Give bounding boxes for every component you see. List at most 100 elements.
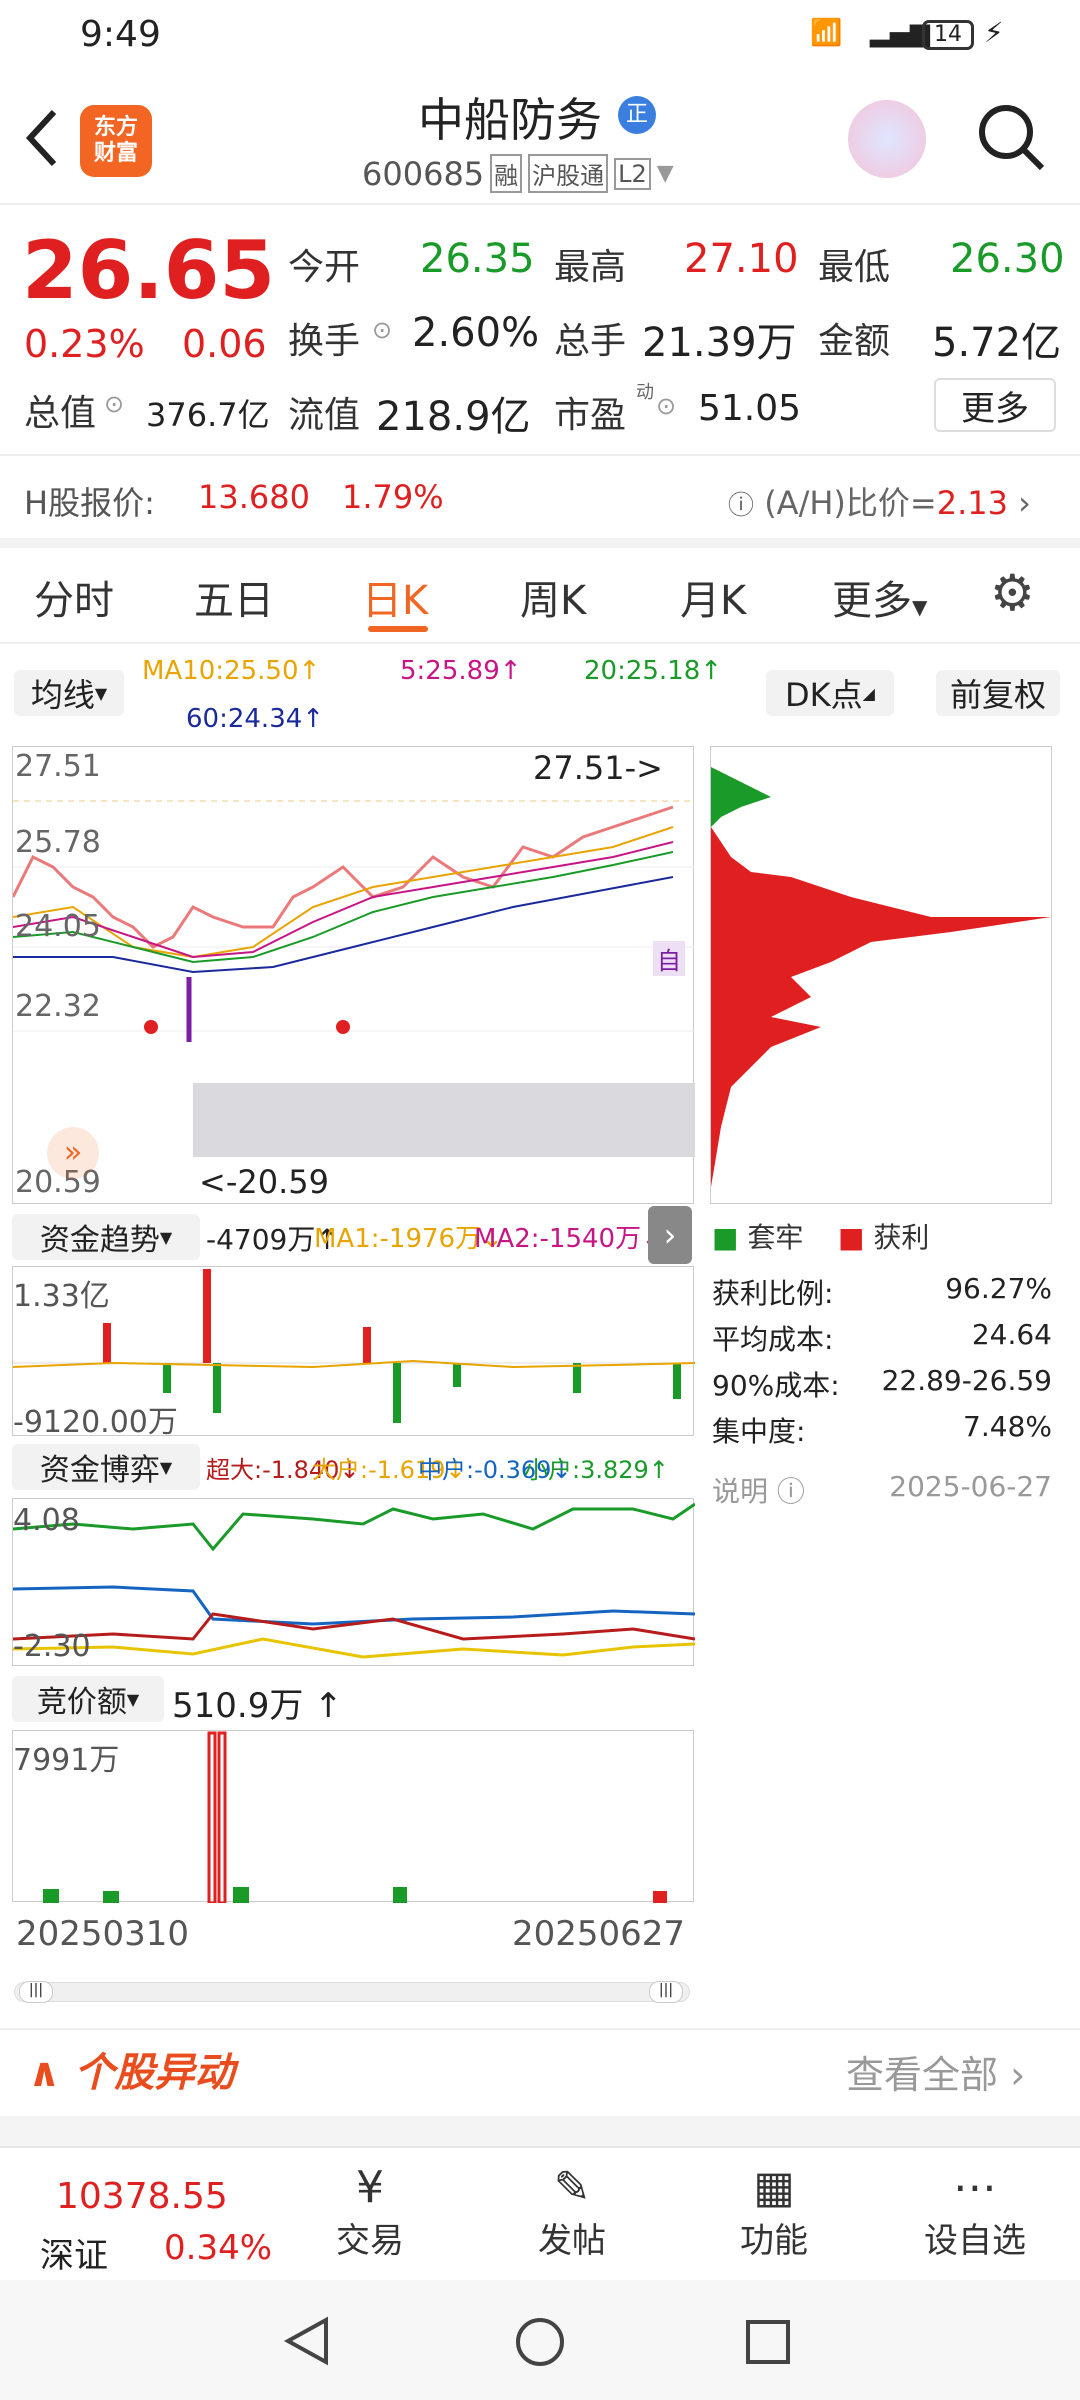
movement-title: ∧ 个股异动: [28, 2050, 235, 2096]
game-chart: 4.08 -2.30: [12, 1498, 696, 1666]
mktcap-label: 总值: [24, 393, 97, 434]
back-icon[interactable]: [22, 108, 62, 168]
section-gap: [0, 538, 1080, 548]
divider: [0, 454, 1080, 456]
view-all-link[interactable]: 查看全部 ›: [846, 2044, 1025, 2099]
ah-ratio[interactable]: ⓘ (A/H)比价=2.13 ›: [728, 478, 1031, 524]
stock-code-row: 600685 融 沪股通 L2 ▼: [362, 154, 674, 193]
nav-add-watchlist[interactable]: ⋯ 设自选: [924, 2162, 1026, 2262]
gear-icon[interactable]: ⚙: [990, 564, 1035, 622]
nav-functions[interactable]: ▦ 功能: [740, 2162, 808, 2262]
pe-superscript: 动: [636, 382, 654, 403]
stock-header: 中船防务 正 600685 融 沪股通 L2 ▼: [0, 70, 1080, 205]
range-handle-right[interactable]: |||: [649, 1981, 683, 2003]
nav-trade[interactable]: ¥ 交易: [336, 2162, 404, 2262]
chip-bars: [711, 767, 1051, 1187]
back-triangle-icon[interactable]: [282, 2316, 332, 2366]
index-name[interactable]: 深证: [40, 2228, 108, 2277]
more-button[interactable]: 更多: [934, 378, 1056, 432]
adjust-button[interactable]: 前复权: [936, 670, 1060, 716]
change-value: 0.06: [182, 322, 267, 366]
range-handle-left[interactable]: |||: [19, 1981, 53, 2003]
ma60-value: 60:24.34↑: [186, 704, 325, 734]
help-icon: ⓘ: [728, 491, 755, 521]
tag-l2: L2: [614, 157, 651, 190]
grid-icon: ▦: [753, 2162, 795, 2213]
float-value: 218.9亿: [376, 394, 531, 440]
wifi-icon: 📶: [810, 18, 843, 48]
hshare-label: H股报价:: [24, 484, 155, 522]
capflow-top-label: 1.33亿: [13, 1279, 110, 1314]
turnover-value: 2.60%: [412, 310, 540, 356]
chip-row: 平均成本: 24.64: [712, 1318, 1052, 1356]
chip-row: 90%成本: 22.89-26.59: [712, 1364, 1052, 1402]
indicator-selector[interactable]: 均线 ▼: [14, 670, 124, 716]
tab-daily-k[interactable]: 日K: [362, 568, 428, 626]
max-marker: 27.51->: [533, 749, 663, 787]
hshare-pct: 1.79%: [342, 478, 444, 516]
robot-avatar[interactable]: [848, 100, 926, 178]
open-value: 26.35: [420, 236, 535, 282]
tab-more[interactable]: 更多▼: [832, 568, 927, 626]
charging-icon: ⚡: [984, 16, 1004, 49]
divider: [0, 2028, 1080, 2030]
kline-chart[interactable]: 27.51 25.78 24.05 22.32 20.59 27.51-> <-…: [12, 746, 695, 1204]
verified-badge: 正: [618, 96, 656, 134]
game-selector[interactable]: 资金博弈 ▼: [12, 1444, 200, 1490]
amount-value: 5.72亿: [932, 320, 1062, 366]
app-logo: 东方 财富: [80, 105, 152, 177]
chevron-down-icon[interactable]: ▼: [657, 161, 674, 186]
game-lines: [12, 1502, 696, 1659]
chart-tabs: 分时 五日 日K 周K 月K 更多▼ ⚙: [0, 548, 1080, 644]
chevron-right-icon[interactable]: ›: [648, 1206, 692, 1264]
index-value[interactable]: 10378.55: [56, 2176, 228, 2217]
info-icon: ⊙: [372, 316, 393, 344]
tab-intraday[interactable]: 分时: [34, 568, 114, 626]
section-gap: [0, 2116, 1080, 2146]
status-time: 9:49: [80, 14, 161, 55]
tag-connect: 沪股通: [528, 154, 609, 193]
trade-icon: ¥: [356, 2162, 384, 2213]
kline-svg: [13, 800, 695, 1157]
hshare-price: 13.680: [198, 478, 310, 516]
capflow-selector[interactable]: 资金趋势 ▼: [12, 1214, 200, 1260]
search-icon[interactable]: [976, 102, 1046, 172]
battery-icon: 14: [922, 20, 974, 50]
current-price: 26.65: [22, 224, 276, 317]
chart-range-scrollbar[interactable]: ||| |||: [14, 1981, 690, 2003]
self-tag: 自: [653, 941, 685, 976]
tag-margin: 融: [490, 154, 523, 193]
auction-selector[interactable]: 竞价额 ▼: [12, 1676, 164, 1722]
info-icon: ⊙: [104, 390, 125, 418]
dk-point-button[interactable]: DK点 ◢: [766, 670, 894, 716]
game-small: 小户:3.829↑: [524, 1456, 669, 1484]
recents-square-icon[interactable]: [744, 2318, 792, 2366]
high-label: 最高: [554, 247, 627, 288]
volume-value: 21.39万: [642, 320, 797, 366]
info-icon: ⊙: [656, 392, 677, 420]
float-label: 流值: [288, 395, 361, 436]
chip-legend-profit: ■ 获利: [838, 1221, 930, 1254]
chip-note-row[interactable]: 说明 ⓘ 2025-06-27: [712, 1470, 1052, 1516]
x-label-end: 20250627: [512, 1914, 686, 1954]
tab-indicator: [368, 626, 428, 632]
index-pct[interactable]: 0.34%: [164, 2228, 272, 2268]
open-label: 今开: [288, 247, 361, 288]
tab-monthly-k[interactable]: 月K: [680, 568, 746, 626]
expand-icon[interactable]: »: [47, 1127, 99, 1179]
tab-weekly-k[interactable]: 周K: [520, 568, 586, 626]
ma5-value: 5:25.89↑: [400, 656, 522, 686]
y-label-3: 24.05: [15, 909, 101, 944]
bottom-nav: 10378.55 深证 0.34% ¥ 交易 ✎ 发帖 ▦ 功能 ⋯ 设自选: [0, 2146, 1080, 2278]
chip-row: 获利比例: 96.27%: [712, 1272, 1052, 1310]
amount-label: 金额: [818, 321, 891, 362]
home-circle-icon[interactable]: [514, 2316, 566, 2368]
nav-post[interactable]: ✎ 发帖: [538, 2162, 606, 2262]
chip-distribution-chart: [710, 746, 1052, 1204]
ma10-value: MA10:25.50↑: [142, 656, 321, 686]
chevron-up-icon[interactable]: ∧: [28, 2050, 60, 2096]
tab-five-day[interactable]: 五日: [194, 568, 274, 626]
y-label-4: 22.32: [15, 989, 101, 1024]
x-label-start: 20250310: [16, 1914, 190, 1954]
change-percent: 0.23%: [24, 322, 145, 366]
